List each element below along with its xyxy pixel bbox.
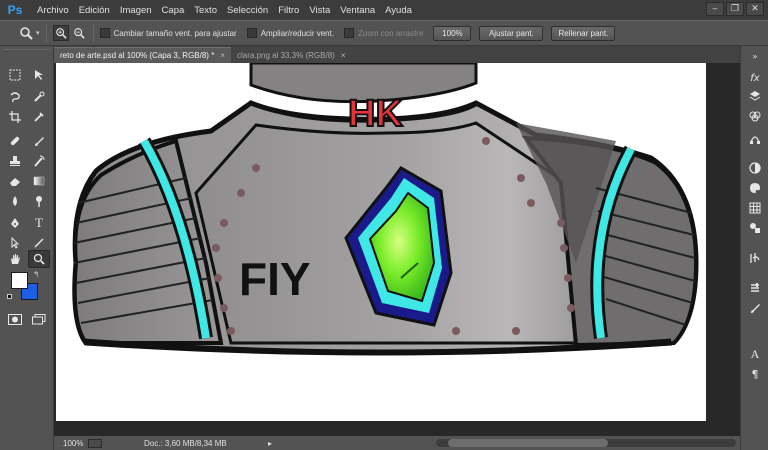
- zoom-out-icon[interactable]: [71, 25, 87, 41]
- gradient-icon[interactable]: [28, 172, 50, 190]
- restore-icon[interactable]: ❐: [726, 2, 744, 16]
- menu-archivo[interactable]: Archivo: [32, 5, 74, 16]
- crop-icon[interactable]: [4, 108, 26, 126]
- paths-icon[interactable]: [746, 130, 764, 146]
- actual-pixels-button[interactable]: 100%: [433, 25, 472, 41]
- menu-seleccion[interactable]: Selección: [222, 5, 273, 16]
- type-icon[interactable]: T: [28, 214, 50, 232]
- fill-screen-button[interactable]: Rellenar pant.: [551, 25, 616, 41]
- move-icon[interactable]: [28, 66, 50, 84]
- separator: [92, 24, 94, 42]
- close-tab-icon[interactable]: ×: [220, 51, 225, 60]
- zoom-all-checkbox[interactable]: Ampliar/reducir vent.: [246, 28, 335, 38]
- chest-letters: HK: [348, 93, 403, 135]
- blur-icon[interactable]: [4, 192, 26, 210]
- document-canvas[interactable]: HK FIY: [56, 63, 706, 421]
- palette-icon[interactable]: [746, 180, 764, 196]
- history-icon[interactable]: [746, 250, 764, 266]
- horizontal-scrollbar[interactable]: [436, 439, 736, 447]
- fit-screen-button[interactable]: Ajustar pant.: [479, 25, 544, 41]
- menu-capa[interactable]: Capa: [157, 5, 190, 16]
- tab-reto-de-arte[interactable]: reto de arte.psd al 100% (Capa 3, RGB/8)…: [54, 47, 231, 63]
- resize-windows-checkbox[interactable]: Cambiar tamaño vent. para ajustar: [99, 28, 237, 38]
- preset-dropdown-arrow-icon[interactable]: ▾: [36, 29, 40, 37]
- adjustments-icon[interactable]: [746, 220, 764, 236]
- document-tabs: reto de arte.psd al 100% (Capa 3, RGB/8)…: [54, 46, 740, 63]
- photoshop-window: Ps Archivo Edición Imagen Capa Texto Sel…: [0, 0, 768, 450]
- options-bar: ▾ Cambiar tamaño vent. para ajustar Ampl…: [0, 20, 768, 46]
- menu-texto[interactable]: Texto: [189, 5, 222, 16]
- status-menu-arrow-icon[interactable]: ▸: [268, 439, 272, 448]
- menu-bar: Ps Archivo Edición Imagen Capa Texto Sel…: [0, 0, 768, 20]
- scrollbar-thumb[interactable]: [448, 439, 608, 447]
- zoom-level-field[interactable]: 100%: [54, 439, 84, 448]
- document-info: Doc.: 3,60 MB/8,34 MB: [144, 438, 227, 448]
- default-colors-icon[interactable]: [7, 294, 16, 301]
- scrubby-zoom-checkbox[interactable]: Zoom con arrastre: [344, 28, 423, 38]
- mask-mode-icon[interactable]: [4, 310, 26, 328]
- eraser-icon[interactable]: [4, 172, 26, 190]
- side-letters: FIY: [239, 253, 311, 305]
- minimize-icon[interactable]: ‒: [706, 2, 724, 16]
- lasso-icon[interactable]: [4, 88, 26, 106]
- zoom-icon[interactable]: [28, 250, 50, 268]
- eyedropper-icon[interactable]: [28, 108, 50, 126]
- menu-edicion[interactable]: Edición: [74, 5, 115, 16]
- checkbox-box[interactable]: [344, 28, 355, 38]
- menu-ventana[interactable]: Ventana: [335, 5, 380, 16]
- app-logo: Ps: [7, 3, 23, 17]
- history-brush-icon[interactable]: [28, 152, 50, 170]
- checkbox-box[interactable]: [99, 28, 110, 38]
- checkbox-box[interactable]: [246, 28, 257, 38]
- brush-icon[interactable]: [746, 300, 764, 316]
- layers-icon[interactable]: [746, 88, 764, 104]
- tool-presets-icon[interactable]: [746, 280, 764, 296]
- menu-ayuda[interactable]: Ayuda: [380, 5, 417, 16]
- window-controls: ‒ ❐ ✕: [706, 2, 764, 16]
- channels-icon[interactable]: [746, 108, 764, 124]
- stamp-icon[interactable]: [4, 152, 26, 170]
- foreground-color-swatch[interactable]: [11, 272, 28, 289]
- pen-icon[interactable]: [4, 214, 26, 232]
- zoom-tool-preset-icon[interactable]: [18, 25, 34, 41]
- dodge-icon[interactable]: [28, 192, 50, 210]
- character-icon[interactable]: A: [746, 346, 764, 362]
- close-icon[interactable]: ✕: [746, 2, 764, 16]
- marquee-icon[interactable]: [4, 66, 26, 84]
- color-icon[interactable]: [746, 160, 764, 176]
- brush-icon[interactable]: [28, 132, 50, 150]
- resize-windows-label: Cambiar tamaño vent. para ajustar: [113, 28, 237, 38]
- collapse-icon[interactable]: »: [746, 48, 764, 64]
- tab-clara[interactable]: clara.png al 33,3% (RGB/8) ×: [230, 47, 352, 63]
- menu-imagen[interactable]: Imagen: [115, 5, 157, 16]
- hand-icon[interactable]: [4, 250, 26, 268]
- zoom-all-label: Ampliar/reducir vent.: [260, 28, 335, 38]
- robot-artwork: HK FIY: [72, 63, 699, 356]
- zoom-in-icon[interactable]: [52, 25, 69, 41]
- right-panel-dock: » fx A ¶: [740, 46, 768, 450]
- scrubby-zoom-label: Zoom con arrastre: [358, 28, 424, 38]
- swatches-icon[interactable]: [746, 200, 764, 216]
- canvas-area[interactable]: HK FIY: [54, 63, 740, 436]
- tools-panel: T ↰: [0, 46, 54, 450]
- tab-label: reto de arte.psd al 100% (Capa 3, RGB/8)…: [60, 51, 215, 60]
- status-info-icon[interactable]: [88, 438, 102, 448]
- quick-select-icon[interactable]: [28, 88, 50, 106]
- tab-label: clara.png al 33,3% (RGB/8): [236, 50, 335, 60]
- screen-mode-icon[interactable]: [28, 310, 50, 328]
- toolbar-grip[interactable]: [4, 49, 50, 53]
- menu-filtro[interactable]: Filtro: [273, 5, 304, 16]
- separator: [45, 24, 47, 42]
- paragraph-icon[interactable]: ¶: [746, 366, 764, 382]
- swap-colors-icon[interactable]: ↰: [33, 270, 40, 279]
- close-tab-icon[interactable]: ×: [341, 51, 346, 60]
- menu-vista[interactable]: Vista: [304, 5, 335, 16]
- fx-icon[interactable]: fx: [746, 70, 764, 86]
- status-bar: 100% Doc.: 3,60 MB/8,34 MB ▸: [54, 436, 740, 450]
- healing-icon[interactable]: [4, 132, 26, 150]
